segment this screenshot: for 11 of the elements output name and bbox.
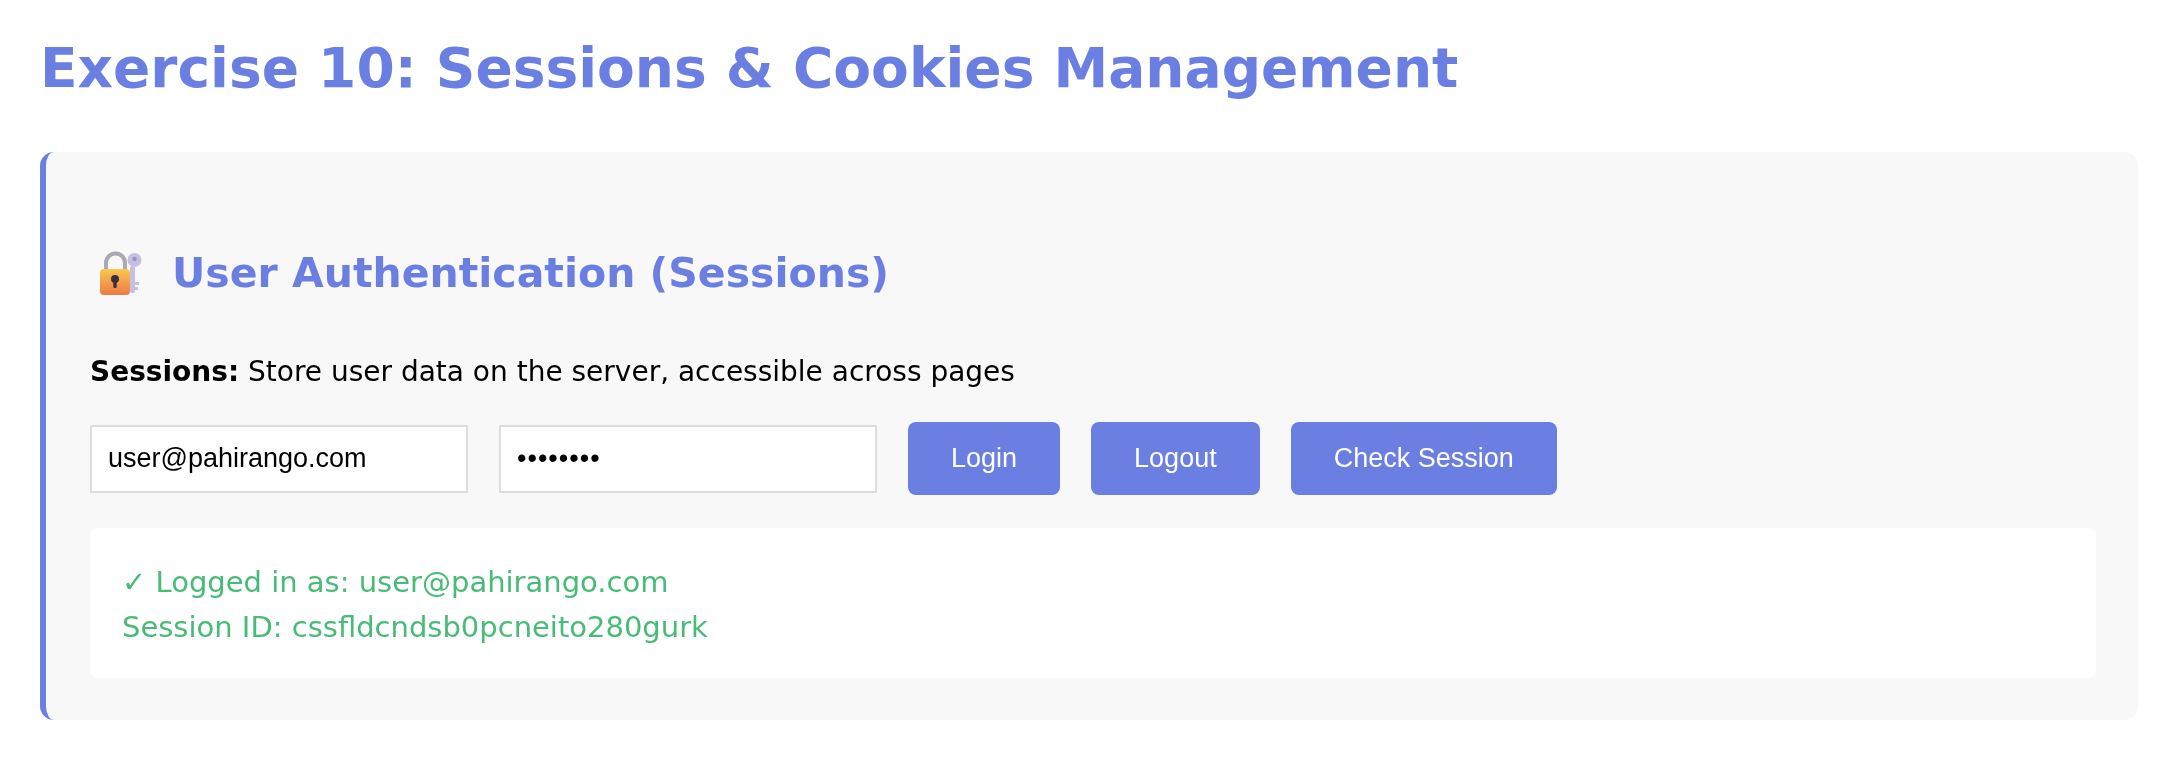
login-button[interactable]: Login [908,422,1061,495]
email-field[interactable]: user@pahirango.com [90,424,468,493]
password-field[interactable]: •••••••• [499,424,877,493]
page-title: Exercise 10: Sessions & Cookies Management [40,35,1459,102]
section-heading: User Authentication (Sessions) [172,248,890,299]
padlock-key-icon [99,251,143,295]
check-session-button[interactable]: Check Session [1290,422,1557,495]
login-status-text: ✓ Logged in as: user@pahirango.com [122,564,669,601]
session-id-text: Session ID: cssfldcndsb0pcneito280gurk [122,609,708,646]
logout-button[interactable]: Logout [1091,422,1260,495]
description-text: Sessions: Store user data on the server, accessible across pages [90,354,1015,390]
